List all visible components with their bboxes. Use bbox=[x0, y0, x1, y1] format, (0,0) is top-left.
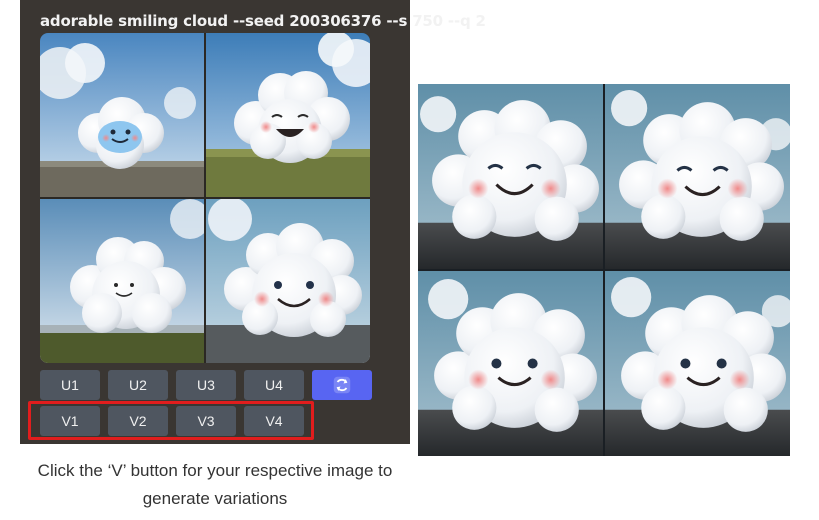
variation-image-1 bbox=[418, 84, 603, 269]
grid-image-1[interactable] bbox=[40, 33, 204, 197]
variation-highlight-box bbox=[28, 401, 314, 440]
variation-image-3 bbox=[418, 271, 603, 456]
refresh-icon bbox=[333, 376, 351, 394]
u3-button[interactable]: U3 bbox=[176, 370, 236, 400]
reroll-button[interactable] bbox=[312, 370, 372, 400]
grid-image-3[interactable] bbox=[40, 199, 204, 363]
prompt-text: adorable smiling cloud --seed 200306376 … bbox=[40, 12, 486, 30]
grid-image-2[interactable] bbox=[206, 33, 370, 197]
variation-image-4 bbox=[605, 271, 790, 456]
variations-result-grid bbox=[418, 84, 790, 456]
caption-text: Click the ‘V’ button for your respective… bbox=[37, 461, 393, 508]
u4-button[interactable]: U4 bbox=[244, 370, 304, 400]
variation-image-2 bbox=[605, 84, 790, 269]
u1-button[interactable]: U1 bbox=[40, 370, 100, 400]
midjourney-result-panel: adorable smiling cloud --seed 200306376 … bbox=[20, 0, 486, 444]
image-grid bbox=[40, 33, 370, 363]
upscale-button-row: U1 U2 U3 U4 bbox=[40, 370, 372, 400]
grid-image-4[interactable] bbox=[206, 199, 370, 363]
u2-button[interactable]: U2 bbox=[108, 370, 168, 400]
